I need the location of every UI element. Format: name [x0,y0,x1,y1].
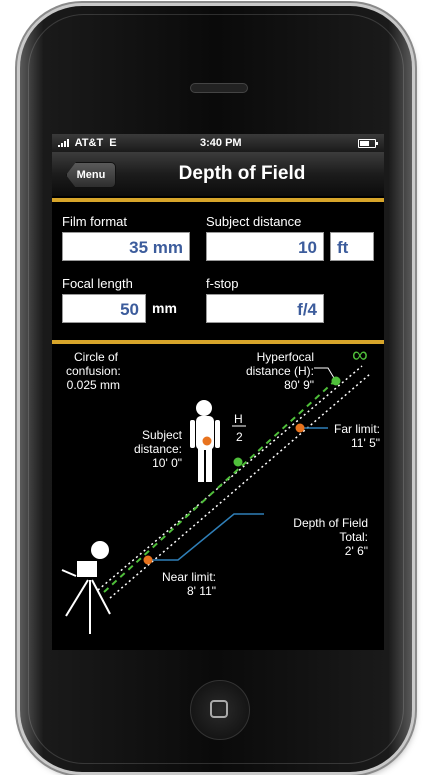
navigation-bar: Menu Depth of Field [52,152,384,196]
dof-diagram: Circle of confusion: 0.025 mm Hyperfocal… [52,344,384,650]
infinity-icon: ∞ [352,342,368,367]
half-hyperfocal-dot [233,457,243,467]
film-format-label: Film format [62,214,127,229]
input-form: Film format 35 mm Subject distance 10 ft… [52,204,384,340]
network-type: E [109,137,117,149]
near-limit-label: Near limit: 8' 11" [161,570,216,598]
subject-dot [202,436,212,446]
fstop-field[interactable]: f/4 [206,294,324,323]
distance-unit-select[interactable]: ft [330,232,374,261]
focal-length-field[interactable]: 50 [62,294,146,323]
focal-length-unit: mm [152,300,177,316]
menu-back-button[interactable]: Menu [66,162,116,188]
half-h-numerator: H [234,412,243,426]
speaker-grille [190,83,248,93]
signal-bars-icon [58,139,69,148]
coc-label: Circle of confusion: 0.025 mm [66,350,121,392]
subject-distance-result: Subject distance: 10' 0" [133,428,182,470]
home-button[interactable] [190,680,250,740]
carrier-label: AT&T E [58,137,117,149]
subject-distance-field[interactable]: 10 [206,232,324,261]
focal-length-label: Focal length [62,276,133,291]
dof-total-label: Depth of Field Total: 2' 6" [293,516,368,558]
film-format-field[interactable]: 35 mm [62,232,190,261]
status-time: 3:40 PM [200,137,242,149]
subject-distance-label: Subject distance [206,214,302,229]
far-limit-dot [295,423,305,433]
hyperfocal-line [103,377,339,593]
hyperfocal-pointer [314,367,335,379]
lower-sight-line [109,373,371,599]
app-screen: AT&T E 3:40 PM Menu Depth of Field Film … [52,134,384,650]
page-title: Depth of Field [178,163,306,184]
fstop-label: f-stop [206,276,239,291]
gold-divider-top [52,198,384,202]
hyperfocal-dot [331,376,341,386]
hyperfocal-label: Hyperfocal distance (H): 80' 9" [245,350,314,392]
near-limit-dot [143,555,153,565]
home-square-icon [210,700,228,718]
battery-icon [358,139,378,148]
far-limit-label: Far limit: 11' 5" [334,422,380,450]
status-bar: AT&T E 3:40 PM [52,134,384,152]
half-h-denominator: 2 [236,430,243,444]
camera-tripod-icon [61,541,111,634]
